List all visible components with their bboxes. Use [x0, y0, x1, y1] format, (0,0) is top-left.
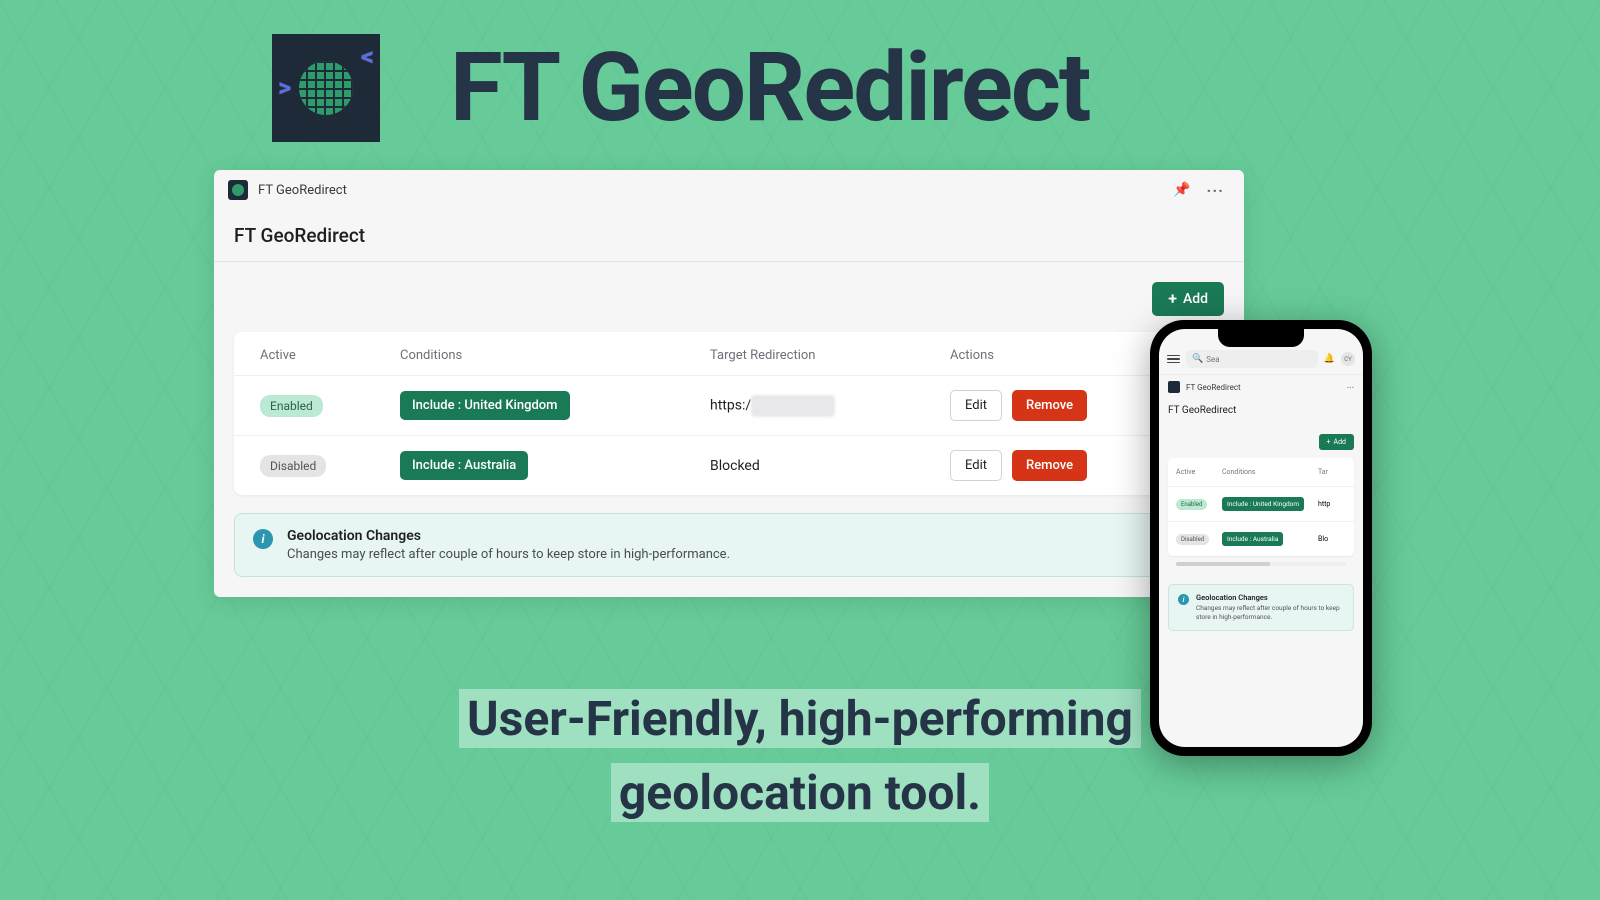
- chevron-left-icon: >: [278, 73, 291, 103]
- table-row: Enabled Include : United Kingdom https:/…: [234, 376, 1224, 436]
- mobile-app-icon: [1168, 381, 1180, 393]
- search-input[interactable]: 🔍Sea: [1186, 350, 1318, 368]
- tagline-line1: User-Friendly, high-performing: [459, 689, 1141, 748]
- plus-icon: +: [1327, 438, 1331, 446]
- more-icon[interactable]: ···: [1347, 383, 1354, 392]
- table-header-row: Active Conditions Target Redirection Act…: [234, 332, 1224, 376]
- menu-icon[interactable]: [1167, 355, 1180, 364]
- condition-chip: Include : United Kingdom: [1222, 497, 1304, 511]
- header-target: Target Redirection: [710, 348, 950, 363]
- window-app-icon: [228, 180, 248, 200]
- info-title: Geolocation Changes: [1196, 593, 1344, 602]
- table-row: Enabled Include : United Kingdom http: [1168, 487, 1354, 522]
- window-app-name: FT GeoRedirect: [258, 183, 347, 198]
- mobile-app-name: FT GeoRedirect: [1186, 383, 1241, 392]
- content-area: + Add Active Conditions Target Redirectio…: [214, 262, 1244, 597]
- header-active: Active: [260, 348, 400, 363]
- horizontal-scrollbar[interactable]: [1176, 562, 1346, 566]
- redacted-url: [751, 395, 835, 417]
- header-conditions: Conditions: [400, 348, 710, 363]
- add-button[interactable]: + Add: [1152, 282, 1224, 316]
- phone-notch: [1218, 329, 1304, 347]
- page-title: FT GeoRedirect: [234, 224, 1224, 247]
- title-bar: FT GeoRedirect: [214, 210, 1244, 262]
- header-target: Tar: [1318, 468, 1346, 476]
- avatar[interactable]: CY: [1341, 352, 1355, 366]
- add-button-label: Add: [1183, 291, 1208, 307]
- table-row: Disabled Include : Australia Blo: [1168, 522, 1354, 556]
- info-text: Changes may reflect after couple of hour…: [1196, 604, 1344, 622]
- tagline-line2: geolocation tool.: [611, 763, 989, 822]
- info-icon: i: [253, 529, 273, 549]
- status-badge: Disabled: [1176, 534, 1209, 545]
- mobile-topbar: 🔍Sea 🔔 CY: [1159, 343, 1363, 375]
- info-title: Geolocation Changes: [287, 528, 730, 544]
- add-button[interactable]: +Add: [1319, 434, 1354, 450]
- more-icon[interactable]: ···: [1201, 181, 1230, 200]
- mobile-rules-table: Active Conditions Tar Enabled Include : …: [1168, 458, 1354, 556]
- mobile-page-title: FT GeoRedirect: [1159, 399, 1363, 426]
- phone-screen: 🔍Sea 🔔 CY FT GeoRedirect ··· FT GeoRedir…: [1159, 329, 1363, 747]
- status-badge: Disabled: [260, 455, 326, 477]
- condition-chip: Include : United Kingdom: [400, 391, 570, 420]
- table-row: Disabled Include : Australia Blocked Edi…: [234, 436, 1224, 495]
- info-banner: i Geolocation Changes Changes may reflec…: [1168, 584, 1354, 631]
- app-window: FT GeoRedirect 📌 ··· FT GeoRedirect + Add…: [214, 170, 1244, 597]
- table-header-row: Active Conditions Tar: [1168, 458, 1354, 487]
- rules-table: Active Conditions Target Redirection Act…: [234, 332, 1224, 495]
- info-text: Changes may reflect after couple of hour…: [287, 547, 730, 562]
- remove-button[interactable]: Remove: [1012, 390, 1087, 421]
- globe-icon: [299, 61, 353, 115]
- search-icon: 🔍: [1192, 354, 1203, 364]
- condition-chip: Include : Australia: [400, 451, 528, 480]
- plus-icon: +: [1168, 291, 1177, 307]
- status-badge: Enabled: [1176, 499, 1207, 510]
- remove-button[interactable]: Remove: [1012, 450, 1087, 481]
- pin-icon[interactable]: 📌: [1173, 182, 1190, 198]
- mobile-app-row: FT GeoRedirect ···: [1159, 375, 1363, 399]
- target-cell: http: [1318, 500, 1346, 508]
- info-icon: i: [1178, 594, 1189, 605]
- info-banner: i Geolocation Changes Changes may reflec…: [234, 513, 1224, 577]
- target-cell: Blo: [1318, 535, 1346, 543]
- window-header: FT GeoRedirect 📌 ···: [214, 170, 1244, 210]
- bell-icon[interactable]: 🔔: [1324, 354, 1335, 364]
- status-badge: Enabled: [260, 395, 323, 417]
- header-conditions: Conditions: [1222, 468, 1314, 476]
- chevron-right-icon: <: [361, 42, 374, 72]
- target-cell: Blocked: [710, 458, 950, 474]
- app-logo-icon: > <: [272, 34, 380, 142]
- hero-title: FT GeoRedirect: [450, 32, 1089, 144]
- header-active: Active: [1176, 468, 1218, 476]
- condition-chip: Include : Australia: [1222, 532, 1283, 546]
- phone-frame: 🔍Sea 🔔 CY FT GeoRedirect ··· FT GeoRedir…: [1150, 320, 1372, 756]
- target-cell: https:/: [710, 395, 950, 417]
- hero-banner: > < FT GeoRedirect: [272, 32, 1089, 144]
- edit-button[interactable]: Edit: [950, 390, 1002, 421]
- edit-button[interactable]: Edit: [950, 450, 1002, 481]
